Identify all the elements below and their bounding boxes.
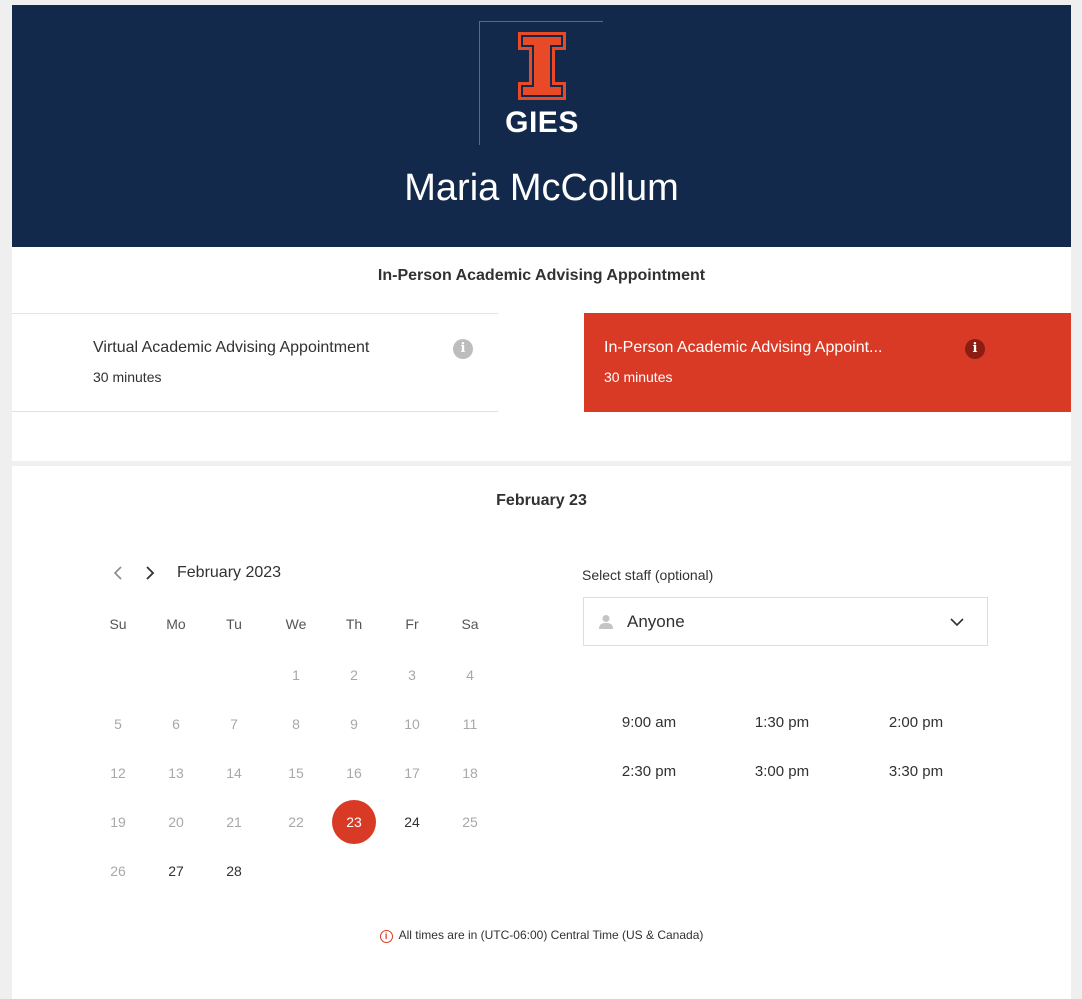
section-divider [12, 461, 1071, 466]
weekday-header: We [285, 616, 307, 632]
chevron-left-icon [113, 566, 122, 580]
time-slot-button[interactable]: 2:00 pm [861, 714, 971, 731]
time-slot-button[interactable]: 3:00 pm [727, 763, 837, 780]
calendar-day: 4 [466, 667, 474, 683]
gies-logo: GIES [479, 21, 603, 145]
service-card-virtual[interactable]: Virtual Academic Advising Appointment 30… [12, 313, 498, 412]
weekday-header: Sa [461, 616, 479, 632]
calendar-day: 21 [226, 814, 242, 830]
time-slot-button[interactable]: 3:30 pm [861, 763, 971, 780]
calendar-day: 2 [350, 667, 358, 683]
staff-name-title: Maria McCollum [404, 167, 679, 209]
time-slot-button[interactable]: 1:30 pm [727, 714, 837, 731]
selected-service-title: In-Person Academic Advising Appointment [377, 267, 706, 284]
illinois-block-i-icon [518, 32, 566, 100]
service-duration: 30 minutes [93, 369, 162, 385]
logo-text: GIES [505, 106, 579, 139]
calendar-day: 3 [408, 667, 416, 683]
header-banner: GIES Maria McCollum [12, 5, 1071, 247]
month-label: February 2023 [177, 564, 282, 581]
calendar-day: 10 [404, 716, 420, 732]
weekday-header: Th [345, 616, 363, 632]
next-month-button[interactable] [144, 565, 156, 586]
weekday-header: Mo [166, 616, 186, 632]
calendar-day: 12 [110, 765, 126, 781]
info-icon[interactable]: i [453, 339, 473, 359]
service-duration: 30 minutes [604, 369, 673, 385]
calendar-day: 15 [288, 765, 304, 781]
calendar-day: 17 [404, 765, 420, 781]
calendar-day: 20 [168, 814, 184, 830]
service-name: Virtual Academic Advising Appointment [93, 339, 370, 356]
timezone-note: i All times are in (UTC-06:00) Central Ti… [12, 928, 1071, 943]
info-icon[interactable]: i [965, 339, 985, 359]
calendar-day: 9 [350, 716, 358, 732]
staff-select-value: Anyone [627, 612, 685, 631]
calendar-day: 19 [110, 814, 126, 830]
calendar-day: 6 [172, 716, 180, 732]
info-circle-icon: i [379, 930, 393, 943]
timezone-text: All times are in (UTC-06:00) Central Tim… [398, 928, 704, 942]
time-slot-button[interactable]: 2:30 pm [594, 763, 704, 780]
service-card-in-person[interactable]: In-Person Academic Advising Appoint... 3… [584, 313, 1071, 412]
time-slot-button[interactable]: 9:00 am [594, 714, 704, 731]
calendar-day: 5 [114, 716, 122, 732]
previous-month-button[interactable] [112, 565, 124, 586]
calendar-day-available[interactable]: 28 [212, 849, 256, 893]
calendar-day-selected[interactable]: 23 [332, 800, 376, 844]
calendar-day: 1 [292, 667, 300, 683]
chevron-right-icon [146, 566, 155, 580]
calendar-day: 25 [462, 814, 478, 830]
weekday-header: Tu [226, 616, 242, 632]
booking-page: GIES Maria McCollum In-Person Academic A… [12, 5, 1071, 999]
weekday-header: Fr [405, 616, 419, 632]
staff-select-dropdown[interactable]: Anyone [583, 597, 988, 646]
calendar-day: 8 [292, 716, 300, 732]
weekday-header: Su [109, 616, 127, 632]
staff-select-label: Select staff (optional) [582, 567, 714, 583]
calendar-day: 22 [288, 814, 304, 830]
selected-date-heading: February 23 [496, 492, 587, 509]
calendar-day-available[interactable]: 27 [154, 849, 198, 893]
calendar-day: 14 [226, 765, 242, 781]
calendar-day: 26 [110, 863, 126, 879]
calendar-day: 18 [462, 765, 478, 781]
calendar-day: 7 [230, 716, 238, 732]
person-icon [599, 615, 613, 629]
calendar-day: 13 [168, 765, 184, 781]
chevron-down-icon [950, 618, 964, 627]
calendar-day-available[interactable]: 24 [390, 800, 434, 844]
service-name: In-Person Academic Advising Appoint... [604, 339, 883, 356]
calendar-day: 16 [346, 765, 362, 781]
calendar-day: 11 [462, 716, 478, 732]
